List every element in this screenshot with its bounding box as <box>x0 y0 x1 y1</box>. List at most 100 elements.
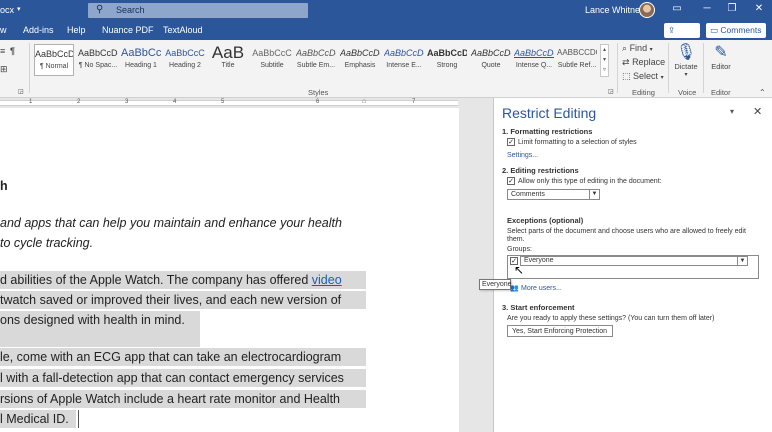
dictate-button[interactable]: 🎙 Dictate ▾ <box>673 42 699 78</box>
doc-line-highlighted: twatch saved or improved their lives, an… <box>0 291 366 309</box>
style-heading-1[interactable]: AaBbCc Heading 1 <box>121 44 161 76</box>
style-subtitle[interactable]: AaBbCcC Subtitle <box>252 44 292 76</box>
group-label-editing: Editing <box>632 88 655 97</box>
tab-textaloud[interactable]: TextAloud <box>163 25 203 35</box>
menu-bar: w Add-ins Help Nuance PDF TextAloud ⇪ Sh… <box>0 21 772 46</box>
ruler-number: 3 <box>125 99 129 105</box>
style-normal[interactable]: AaBbCcDc ¶ Normal <box>34 44 74 76</box>
document-page[interactable]: h and apps that can help you maintain an… <box>0 108 459 432</box>
replace-button[interactable]: ⇄ Replace <box>622 57 665 68</box>
ribbon-display-options-icon[interactable]: ▭ <box>669 3 685 17</box>
chevron-down-icon: ▼ <box>737 257 747 265</box>
doc-line-highlighted: ons designed with health in mind. <box>0 311 200 329</box>
everyone-permission-select[interactable]: Everyone ▼ <box>520 256 748 266</box>
document-area: h and apps that can help you maintain an… <box>0 108 493 432</box>
style-intense-quote[interactable]: AaBbCcDc Intense Q... <box>514 44 554 76</box>
paragraph-mark-icon[interactable]: ¶ <box>10 46 15 56</box>
minimize-button[interactable]: ─ <box>699 3 715 17</box>
style-subtle-reference[interactable]: AABBCCDC Subtle Ref... <box>557 44 597 76</box>
doc-line-highlighted: d abilities of the Apple Watch. The comp… <box>0 271 366 289</box>
word-window: ocx ▾ ⚲ Search Lance Whitney ▭ ─ ❐ ✕ w A… <box>0 0 772 432</box>
search-icon: ⚲ <box>96 4 104 15</box>
doc-line: to cycle tracking. <box>0 236 94 250</box>
close-window-button[interactable]: ✕ <box>751 3 767 17</box>
tooltip: Everyone <box>479 279 512 290</box>
document-name[interactable]: ocx <box>0 5 14 15</box>
section-editing-restrictions: 2. Editing restrictions <box>502 166 579 175</box>
tab-add-ins[interactable]: Add-ins <box>23 25 54 35</box>
style-no-spacing[interactable]: AaBbCcDc ¶ No Spac... <box>78 44 118 76</box>
pane-options-chevron-icon[interactable]: ▾ <box>730 107 734 116</box>
editor-pen-icon: ✎ <box>714 44 728 61</box>
share-icon: ⇪ <box>668 25 676 35</box>
search-box[interactable]: ⚲ Search <box>88 3 308 18</box>
divider <box>668 43 669 93</box>
avatar[interactable] <box>639 2 655 18</box>
settings-link[interactable]: Settings... <box>507 152 538 159</box>
doc-menu-chevron-icon[interactable]: ▾ <box>17 5 21 13</box>
style-heading-2[interactable]: AaBbCcC Heading 2 <box>165 44 205 76</box>
more-users-link[interactable]: More users... <box>521 285 562 292</box>
pane-title: Restrict Editing <box>502 105 597 121</box>
search-placeholder: Search <box>116 5 145 15</box>
list-icon[interactable]: ≡ <box>0 46 5 56</box>
start-enforcing-button[interactable]: Yes, Start Enforcing Protection <box>507 325 613 337</box>
horizontal-ruler[interactable]: 1 2 3 4 5 6 7 ⌂ <box>0 98 460 108</box>
borders-icon[interactable]: ⊞ <box>0 64 8 75</box>
ruler-number: 6 <box>316 99 320 105</box>
group-label-voice: Voice <box>678 88 697 97</box>
find-icon: ⌕ <box>622 43 628 53</box>
video-link[interactable]: video <box>312 273 342 287</box>
comment-icon: ▭ <box>710 25 719 35</box>
microphone-icon: 🎙 <box>675 44 697 61</box>
limit-formatting-label: Limit formatting to a selection of style… <box>518 139 637 146</box>
groups-list[interactable]: ✓ Everyone ▼ <box>507 255 759 279</box>
share-button[interactable]: ⇪ Share <box>664 23 700 46</box>
ruler-number: 2 <box>77 99 81 105</box>
divider <box>703 43 704 93</box>
collapse-ribbon-icon[interactable]: ⌃ <box>759 88 766 97</box>
style-emphasis[interactable]: AaBbCcDc Emphasis <box>340 44 380 76</box>
doc-line: and apps that can help you maintain and … <box>0 216 342 230</box>
style-intense-emphasis[interactable]: AaBbCcDc Intense E... <box>384 44 424 76</box>
section-formatting-restrictions: 1. Formatting restrictions <box>502 127 593 136</box>
user-name[interactable]: Lance Whitney <box>585 5 645 15</box>
comments-button[interactable]: ▭ Comments <box>706 23 766 38</box>
ruler-band <box>0 100 458 106</box>
tab-nuance-pdf[interactable]: Nuance PDF <box>102 25 154 35</box>
allow-editing-checkbox[interactable]: ✓ <box>507 177 515 185</box>
style-quote[interactable]: AaBbCcDc Quote <box>471 44 511 76</box>
find-button[interactable]: ⌕ Find ▾ <box>622 43 653 54</box>
ruler-number: 5 <box>221 99 225 105</box>
limit-formatting-checkbox[interactable]: ✓ <box>507 138 515 146</box>
exceptions-heading: Exceptions (optional) <box>507 216 584 225</box>
style-title[interactable]: AaB Title <box>208 44 248 76</box>
style-subtle-emphasis[interactable]: AaBbCcDc Subtle Em... <box>296 44 336 76</box>
ruler-number: 7 <box>412 99 416 105</box>
paragraph-launcher-icon[interactable]: ◲ <box>18 88 24 95</box>
tab-view[interactable]: w <box>0 25 7 35</box>
chevron-down-icon: ▾ <box>649 47 653 53</box>
restore-button[interactable]: ❐ <box>724 3 740 17</box>
mouse-cursor-icon: ↖ <box>514 263 525 277</box>
title-bar: ocx ▾ ⚲ Search Lance Whitney ▭ ─ ❐ ✕ <box>0 0 772 21</box>
editor-button[interactable]: ✎ Editor <box>707 42 735 71</box>
editing-type-select[interactable]: Comments ▼ <box>507 189 600 200</box>
select-button[interactable]: ⬚ Select ▾ <box>622 71 664 82</box>
tab-help[interactable]: Help <box>67 25 86 35</box>
doc-line-highlighted: l with a fall-detection app that can con… <box>0 369 366 387</box>
select-icon: ⬚ <box>622 71 631 81</box>
styles-launcher-icon[interactable]: ◲ <box>608 88 614 95</box>
group-label-styles: Styles <box>308 88 329 97</box>
close-pane-button[interactable]: ✕ <box>753 105 762 118</box>
style-strong[interactable]: AaBbCcDc Strong <box>427 44 467 76</box>
ruler-number: 1 <box>29 99 33 105</box>
exceptions-description-cont: them. <box>507 236 525 243</box>
doc-line-highlighted: l Medical ID. <box>0 410 76 428</box>
styles-gallery-scroll[interactable]: ▴ ▾ ▿ <box>600 44 609 77</box>
chevron-down-icon: ▾ <box>684 72 688 78</box>
indent-marker-icon[interactable]: ⌂ <box>362 98 366 105</box>
divider <box>29 43 30 93</box>
ruler-number: 4 <box>173 99 177 105</box>
highlighted-empty-line <box>0 329 200 347</box>
